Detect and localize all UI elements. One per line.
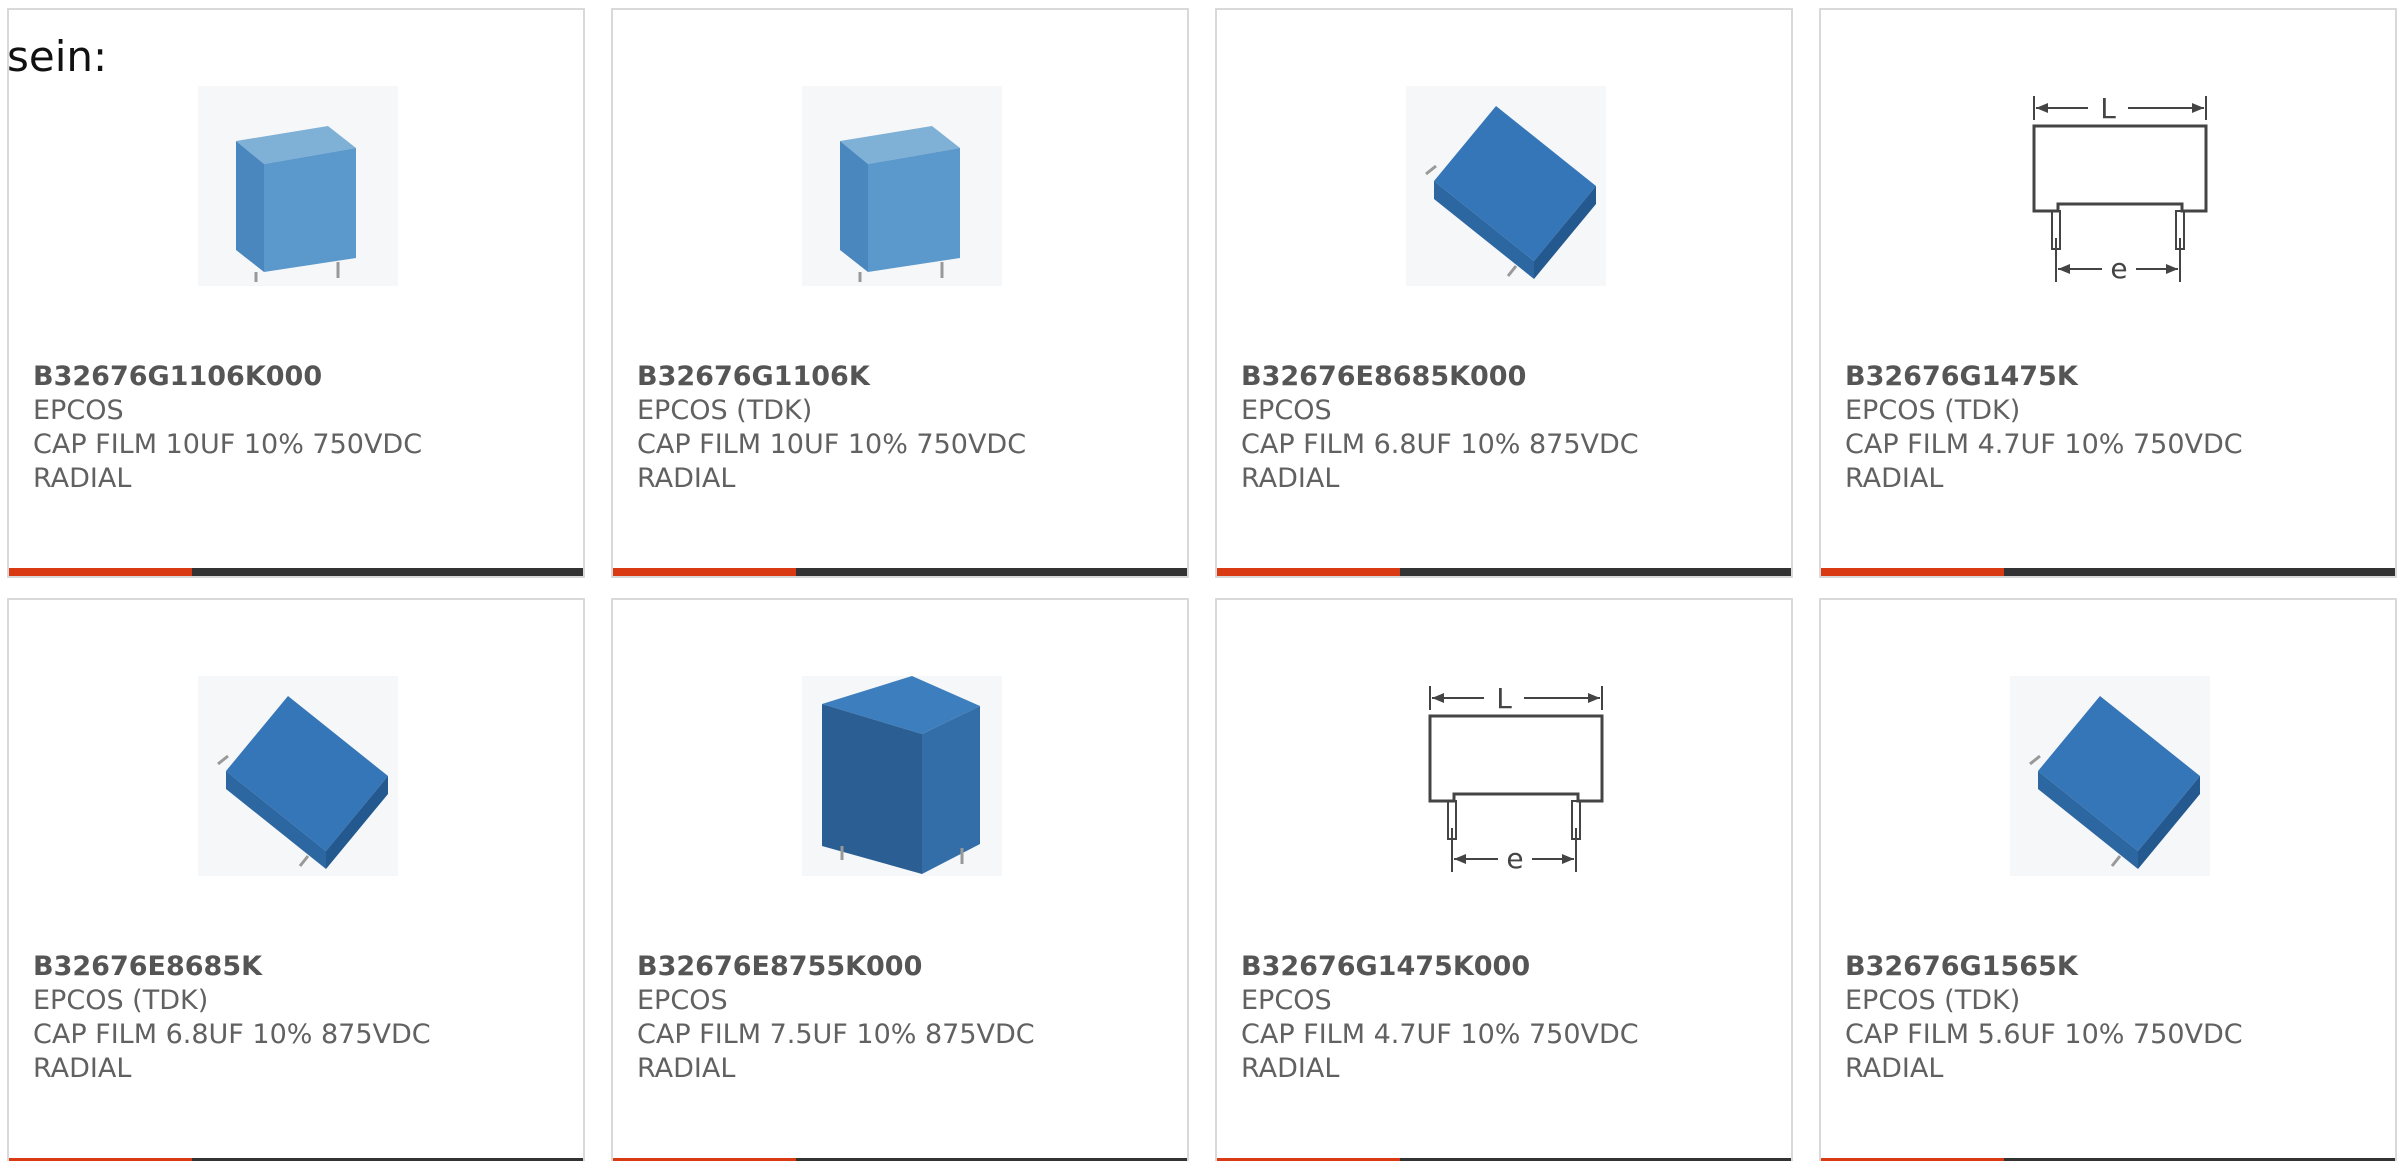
capacitor-upright-icon xyxy=(802,86,1002,286)
product-card[interactable]: B32676E8755K000 EPCOS CAP FILM 7.5UF 10%… xyxy=(611,598,1189,1161)
intro-text: sein: xyxy=(7,32,108,81)
part-number[interactable]: B32676E8685K000 xyxy=(1241,360,1771,394)
part-number[interactable]: B32676G1565K xyxy=(1845,950,2375,984)
dimension-drawing-icon: L e xyxy=(1406,676,1606,876)
pitch-label: e xyxy=(2110,252,2127,285)
part-number[interactable]: B32676E8685K xyxy=(33,950,563,984)
product-card[interactable]: L e B32676G1475K000 EPCOS CAP FILM 4.7UF… xyxy=(1215,598,1793,1161)
capacitor-tilted-icon xyxy=(2010,676,2210,876)
description: CAP FILM 10UF 10% 750VDC xyxy=(33,429,423,460)
manufacturer: EPCOS (TDK) xyxy=(33,985,209,1016)
package: RADIAL xyxy=(1241,463,1340,494)
part-number[interactable]: B32676E8755K000 xyxy=(637,950,1167,984)
card-footer-bar xyxy=(1821,568,2395,576)
length-label: L xyxy=(2100,92,2116,125)
product-grid: sein: B32676G1106K000 EPCOS CAP FILM 10U… xyxy=(0,0,2400,1161)
part-number[interactable]: B32676G1475K000 xyxy=(1241,950,1771,984)
card-accent xyxy=(613,568,796,576)
capacitor-tilted-icon xyxy=(198,676,398,876)
capacitor-box-icon xyxy=(802,676,1002,876)
product-card[interactable]: B32676E8685K EPCOS (TDK) CAP FILM 6.8UF … xyxy=(7,598,585,1161)
description: CAP FILM 6.8UF 10% 875VDC xyxy=(1241,429,1639,460)
description: CAP FILM 6.8UF 10% 875VDC xyxy=(33,1019,431,1050)
card-footer-bar xyxy=(1217,568,1791,576)
product-text: B32676E8685K EPCOS (TDK) CAP FILM 6.8UF … xyxy=(33,950,563,1086)
card-footer-bar xyxy=(9,568,583,576)
description: CAP FILM 5.6UF 10% 750VDC xyxy=(1845,1019,2243,1050)
product-text: B32676G1475K EPCOS (TDK) CAP FILM 4.7UF … xyxy=(1845,360,2375,496)
part-number[interactable]: B32676G1106K xyxy=(637,360,1167,394)
product-card[interactable]: L e B32676G1475K EPCOS (TDK) CAP FILM 4.… xyxy=(1819,8,2397,578)
card-accent xyxy=(9,568,192,576)
product-text: B32676G1475K000 EPCOS CAP FILM 4.7UF 10%… xyxy=(1241,950,1771,1086)
card-footer-bar xyxy=(613,568,1187,576)
description: CAP FILM 4.7UF 10% 750VDC xyxy=(1845,429,2243,460)
product-text: B32676G1106K EPCOS (TDK) CAP FILM 10UF 1… xyxy=(637,360,1167,496)
capacitor-tilted-icon xyxy=(1406,86,1606,286)
product-card[interactable]: B32676E8685K000 EPCOS CAP FILM 6.8UF 10%… xyxy=(1215,8,1793,578)
package: RADIAL xyxy=(637,1053,736,1084)
manufacturer: EPCOS xyxy=(1241,985,1332,1016)
package: RADIAL xyxy=(33,463,132,494)
manufacturer: EPCOS (TDK) xyxy=(1845,395,2021,426)
package: RADIAL xyxy=(1845,463,1944,494)
package: RADIAL xyxy=(33,1053,132,1084)
description: CAP FILM 4.7UF 10% 750VDC xyxy=(1241,1019,1639,1050)
description: CAP FILM 10UF 10% 750VDC xyxy=(637,429,1027,460)
manufacturer: EPCOS xyxy=(33,395,124,426)
package: RADIAL xyxy=(1241,1053,1340,1084)
manufacturer: EPCOS (TDK) xyxy=(637,395,813,426)
dimension-drawing-icon: L e xyxy=(2010,86,2210,286)
capacitor-upright-icon xyxy=(198,86,398,286)
description: CAP FILM 7.5UF 10% 875VDC xyxy=(637,1019,1035,1050)
card-accent xyxy=(1821,568,2004,576)
manufacturer: EPCOS xyxy=(637,985,728,1016)
part-number[interactable]: B32676G1106K000 xyxy=(33,360,563,394)
length-label: L xyxy=(1496,682,1512,715)
product-text: B32676E8685K000 EPCOS CAP FILM 6.8UF 10%… xyxy=(1241,360,1771,496)
part-number[interactable]: B32676G1475K xyxy=(1845,360,2375,394)
product-card[interactable]: B32676G1565K EPCOS (TDK) CAP FILM 5.6UF … xyxy=(1819,598,2397,1161)
manufacturer: EPCOS (TDK) xyxy=(1845,985,2021,1016)
product-card[interactable]: B32676G1106K000 EPCOS CAP FILM 10UF 10% … xyxy=(7,8,585,578)
manufacturer: EPCOS xyxy=(1241,395,1332,426)
card-accent xyxy=(1217,568,1400,576)
product-text: B32676G1106K000 EPCOS CAP FILM 10UF 10% … xyxy=(33,360,563,496)
product-text: B32676E8755K000 EPCOS CAP FILM 7.5UF 10%… xyxy=(637,950,1167,1086)
package: RADIAL xyxy=(1845,1053,1944,1084)
pitch-label: e xyxy=(1506,842,1523,875)
product-text: B32676G1565K EPCOS (TDK) CAP FILM 5.6UF … xyxy=(1845,950,2375,1086)
product-card[interactable]: B32676G1106K EPCOS (TDK) CAP FILM 10UF 1… xyxy=(611,8,1189,578)
package: RADIAL xyxy=(637,463,736,494)
